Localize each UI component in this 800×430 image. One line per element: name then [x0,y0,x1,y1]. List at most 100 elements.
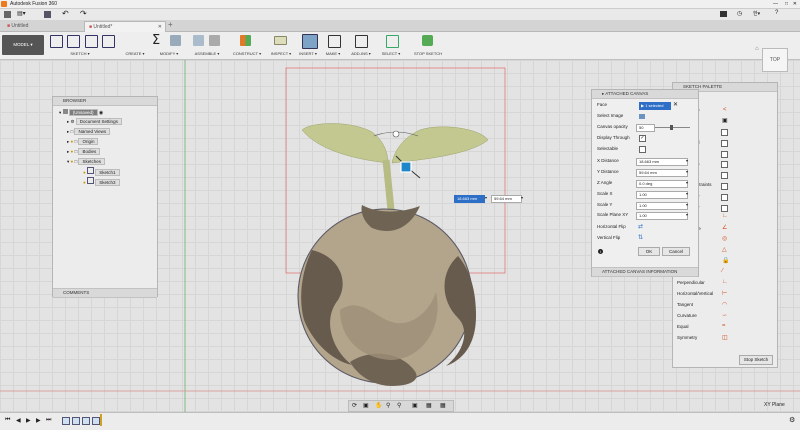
ok-button[interactable]: OK [638,247,660,256]
solid-icon[interactable] [170,35,181,46]
insert-menu[interactable]: INSERT ▾ [296,51,320,56]
timeline-marker[interactable] [100,414,102,426]
x-distance-input[interactable]: 18.663 mm [636,158,688,166]
look-at-icon[interactable]: ▣ [363,402,369,409]
scale-x-input[interactable]: 1.00 [636,191,688,199]
slice-checkbox[interactable] [721,151,728,158]
equal-icon[interactable]: = [722,323,726,329]
symmetry-icon[interactable]: ◫ [722,334,728,341]
joint-icon[interactable] [193,35,204,46]
perpendicular-icon[interactable]: ∟ [722,279,728,285]
dropdown-icon[interactable]: ▾ [686,202,688,207]
display-through-checkbox[interactable]: ✓ [639,135,646,142]
dropdown-icon[interactable]: ▾ [521,195,523,200]
assemble-menu[interactable]: ASSEMBLE ▾ [190,51,224,56]
maximize-icon[interactable]: □ [785,0,788,8]
constraint-concentric-icon[interactable]: ◎ [722,235,727,242]
create-menu[interactable]: CREATE ▾ [122,51,148,56]
tab-untitled[interactable]: ■ Untitled [3,21,32,31]
constraint-fix-icon[interactable]: 🔒 [722,257,729,264]
go-to-end-icon[interactable]: ⏭ [46,417,51,424]
browser-item-bodies[interactable]: ▸ ● □ Bodies [67,147,101,156]
circle-icon[interactable] [102,35,115,48]
dropdown-icon[interactable]: ▾ [485,195,487,200]
clock-icon[interactable]: ◷ [737,10,742,17]
browser-item-origin[interactable]: ▸ ● □ Origin [67,137,99,146]
z-angle-input[interactable]: 0.0 deg [636,180,688,188]
y-distance-inline-input[interactable]: 59.64 mm [491,195,522,203]
play-icon[interactable]: ▶ [26,417,31,424]
line-type-icon[interactable]: < [723,107,727,113]
measure-icon[interactable] [274,36,287,45]
workspace-switcher[interactable]: MODEL ▾ [2,35,44,55]
viewcube[interactable]: TOP [762,48,788,72]
grid-settings-icon[interactable]: ▦ [426,402,432,409]
sum-icon[interactable]: Σ [152,33,160,48]
stop-sketch-button[interactable]: STOP SKETCH [406,51,450,56]
plane-icon[interactable] [240,35,251,46]
inspect-menu[interactable]: INSPECT ▾ [267,51,295,56]
settings-icon[interactable]: ⚙ [789,416,795,424]
constraint-collinear-icon[interactable]: ∠ [722,224,727,231]
horizontal-flip-icon[interactable]: ⇄ [638,223,643,230]
scale-plane-xy-input[interactable]: 1.00 [636,212,688,220]
browser-header[interactable]: BROWSER [53,97,157,106]
home-view-icon[interactable]: ⌂ [755,46,759,52]
user-label[interactable]: 한▾ [753,10,760,17]
zoom-icon[interactable]: ⚲ [386,402,390,409]
info-icon[interactable]: i [598,249,603,254]
step-forward-icon[interactable]: ▶ [36,417,41,424]
horizontal-vertical-icon[interactable]: ⊢ [722,290,727,297]
constraints-checkbox[interactable] [721,194,728,201]
y-distance-input[interactable]: 59.64 mm [636,169,688,177]
attached-canvas-info-header[interactable]: ATTACHED CANVAS INFORMATION [592,267,698,277]
canvas-image-icon[interactable] [302,34,318,49]
points-checkbox[interactable] [721,172,728,179]
constraint-midpoint-icon[interactable]: △ [722,246,727,253]
constraint-coincident-icon[interactable]: ∟ [722,213,728,219]
new-tab-icon[interactable]: + [168,20,173,29]
stop-sketch-icon[interactable] [422,35,433,46]
job-status-icon[interactable] [720,11,727,17]
grid-menu-icon[interactable] [4,11,11,18]
dropdown-icon[interactable]: ▾ [686,158,688,163]
pan-icon[interactable]: ✋ [375,402,382,409]
select-image-icon[interactable] [639,114,645,119]
face-selection[interactable]: ▶ 1 selected [639,102,671,110]
constraint-horizontal-vertical[interactable]: Horizontal/Vertical [677,289,713,300]
close-icon[interactable]: ✕ [793,0,797,8]
dropdown-icon[interactable]: ▾ [686,180,688,185]
clear-selection-icon[interactable]: ✕ [673,101,678,108]
select-icon[interactable] [386,35,399,48]
construct-menu[interactable]: CONSTRUCT ▾ [230,51,264,56]
rectangle-icon[interactable] [85,35,98,48]
look-at-icon[interactable]: ▣ [722,117,728,124]
go-to-start-icon[interactable]: ⏮ [5,417,10,424]
browser-item-sketches[interactable]: ▾ ● □ Sketches [67,157,105,166]
help-icon[interactable]: ? [775,10,778,16]
redo-icon[interactable]: ↷ [80,9,87,18]
undo-icon[interactable]: ↶ [62,9,69,18]
addins-menu[interactable]: ADD-INS ▾ [348,51,374,56]
dropdown-icon[interactable]: ▾ [686,191,688,196]
opacity-slider-handle[interactable] [670,125,673,130]
selectable-checkbox[interactable] [639,146,646,153]
timeline-canvas-icon[interactable] [92,417,100,425]
constraint-perpendicular[interactable]: Perpendicular [677,278,705,289]
vertical-flip-icon[interactable]: ⇅ [638,234,643,241]
browser-item-sketch3[interactable]: ● Sketch3 [83,177,120,186]
viewports-icon[interactable]: ▦ [440,402,446,409]
browser-root[interactable]: ▾ (Unsaved) ◉ [59,108,103,117]
browser-item-sketch1[interactable]: ● Sketch1 [83,167,120,176]
curvature-icon[interactable]: ∽ [722,312,727,319]
3d-print-icon[interactable] [328,35,341,48]
tab-close-icon[interactable]: ✕ [158,22,162,32]
x-distance-inline-input[interactable]: 18.663 mm [454,195,485,203]
timeline-sketch-icon[interactable] [72,417,80,425]
select-menu[interactable]: SELECT ▾ [378,51,404,56]
comments-header[interactable]: COMMENTS [53,288,157,298]
save-icon[interactable] [44,11,51,18]
scale-y-input[interactable]: 1.00 [636,202,688,210]
browser-item-document-settings[interactable]: ▸ ⚙ Document Settings [67,117,122,126]
dropdown-icon[interactable]: ▾ [686,212,688,217]
